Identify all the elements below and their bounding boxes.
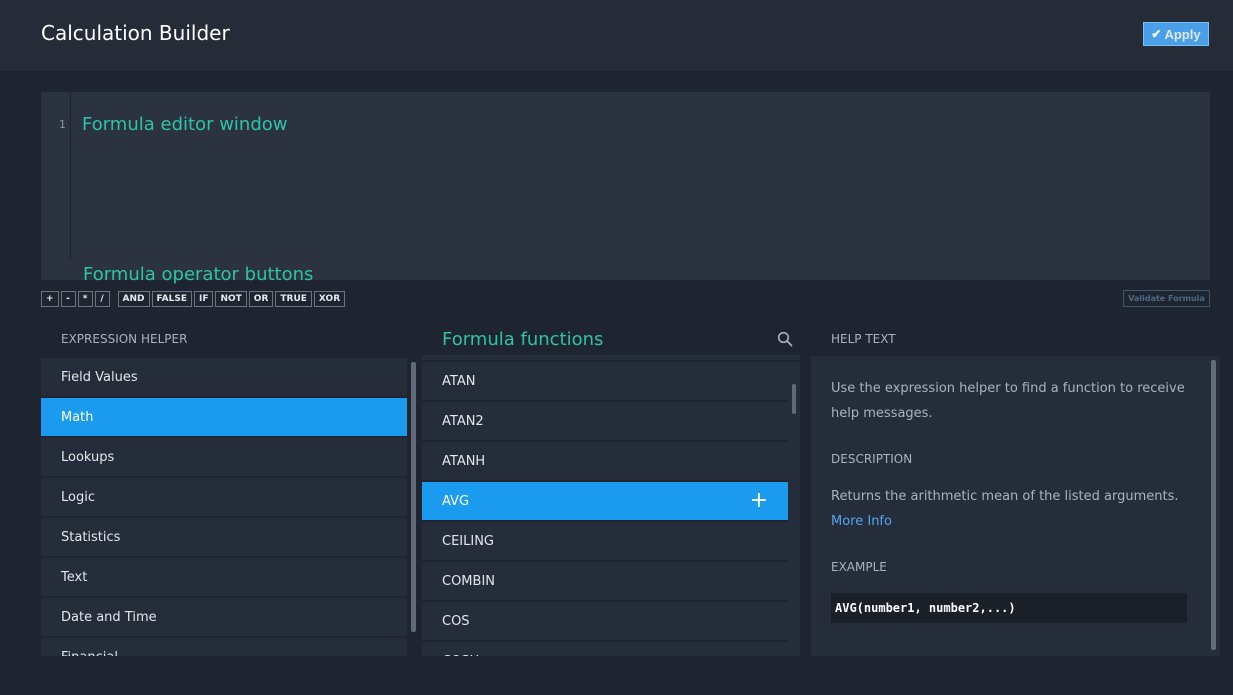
operator-button[interactable]: AND — [117, 291, 150, 307]
operator-button[interactable]: FALSE — [151, 291, 192, 307]
function-label: ATAN2 — [442, 413, 484, 429]
apply-button[interactable]: ✔ Apply — [1143, 22, 1209, 46]
function-item[interactable]: ATAN — [422, 362, 788, 400]
more-info-link[interactable]: More Info — [831, 514, 892, 529]
functions-list: ATAN ATAN2 ATANH AVG + CEILING COMBIN COS COSH — [422, 362, 788, 656]
helper-category-item[interactable]: Field Values — [41, 358, 407, 396]
helper-category-item[interactable]: Math — [41, 398, 407, 436]
function-label: ATAN — [442, 373, 476, 389]
function-item[interactable]: COS — [422, 602, 788, 640]
helper-category-item[interactable]: Financial — [41, 638, 407, 656]
function-item[interactable]: CEILING — [422, 522, 788, 560]
function-label: ATANH — [442, 453, 486, 469]
helper-category-item[interactable]: Text — [41, 558, 407, 596]
header-bar: Calculation Builder ✔ Apply — [0, 0, 1233, 72]
function-item[interactable]: COMBIN — [422, 562, 788, 600]
operator-button[interactable]: XOR — [313, 291, 346, 307]
description-heading: DESCRIPTION — [831, 452, 913, 466]
plus-icon[interactable]: + — [750, 488, 768, 513]
search-icon[interactable] — [777, 331, 793, 347]
annotation-editor: Formula editor window — [82, 114, 288, 135]
function-label: COSH — [442, 654, 479, 657]
operator-group-logical: AND FALSE IF NOT OR TRUE XOR — [117, 291, 346, 307]
helper-category-item[interactable]: Date and Time — [41, 598, 407, 636]
function-label: COMBIN — [442, 573, 496, 589]
help-text-label: HELP TEXT — [831, 332, 896, 346]
function-item[interactable]: ATANH — [422, 442, 788, 480]
operator-group-arithmetic: + - * / — [41, 291, 110, 307]
expression-helper-list: Field Values Math Lookups Logic Statistics Te… — [41, 358, 407, 656]
function-item[interactable]: COSH — [422, 642, 788, 656]
help-scroll-thumb[interactable] — [1211, 360, 1216, 650]
operator-button[interactable]: * — [77, 291, 93, 307]
operator-button[interactable]: - — [60, 291, 76, 307]
operator-button[interactable]: / — [94, 291, 110, 307]
functions-scroll-thumb[interactable] — [792, 384, 796, 414]
example-heading: EXAMPLE — [831, 560, 887, 574]
operator-button[interactable]: OR — [248, 291, 274, 307]
function-item[interactable]: ATAN2 — [422, 402, 788, 440]
helper-category-item[interactable]: Statistics — [41, 518, 407, 556]
functions-top-divider — [422, 355, 800, 360]
operator-button[interactable]: TRUE — [275, 291, 312, 307]
function-label: CEILING — [442, 533, 494, 549]
operator-button[interactable]: + — [41, 291, 59, 307]
helper-category-item[interactable]: Lookups — [41, 438, 407, 476]
help-intro: Use the expression helper to find a func… — [831, 381, 1185, 421]
page-title: Calculation Builder — [41, 21, 230, 45]
annotation-functions: Formula functions — [442, 329, 604, 350]
editor-gutter — [41, 92, 71, 260]
operator-button[interactable]: IF — [193, 291, 214, 307]
operator-button[interactable]: NOT — [215, 291, 247, 307]
line-number: 1 — [59, 118, 66, 131]
apply-label: Apply — [1164, 26, 1201, 42]
expression-helper-label: EXPRESSION HELPER — [61, 332, 188, 346]
example-code: AVG(number1, number2,...) — [831, 593, 1187, 623]
function-item[interactable]: AVG + — [422, 482, 788, 520]
description-text: Returns the arithmetic mean of the liste… — [831, 489, 1179, 504]
function-label: COS — [442, 613, 470, 629]
check-icon: ✔ — [1151, 27, 1162, 41]
function-label: AVG — [442, 493, 470, 509]
helper-scroll-thumb[interactable] — [411, 362, 416, 632]
validate-formula-button[interactable]: Validate Formula — [1123, 290, 1210, 307]
annotation-operators: Formula operator buttons — [83, 264, 314, 285]
helper-category-item[interactable]: Logic — [41, 478, 407, 516]
operator-toolbar: + - * / AND FALSE IF NOT OR TRUE XOR — [41, 291, 346, 307]
